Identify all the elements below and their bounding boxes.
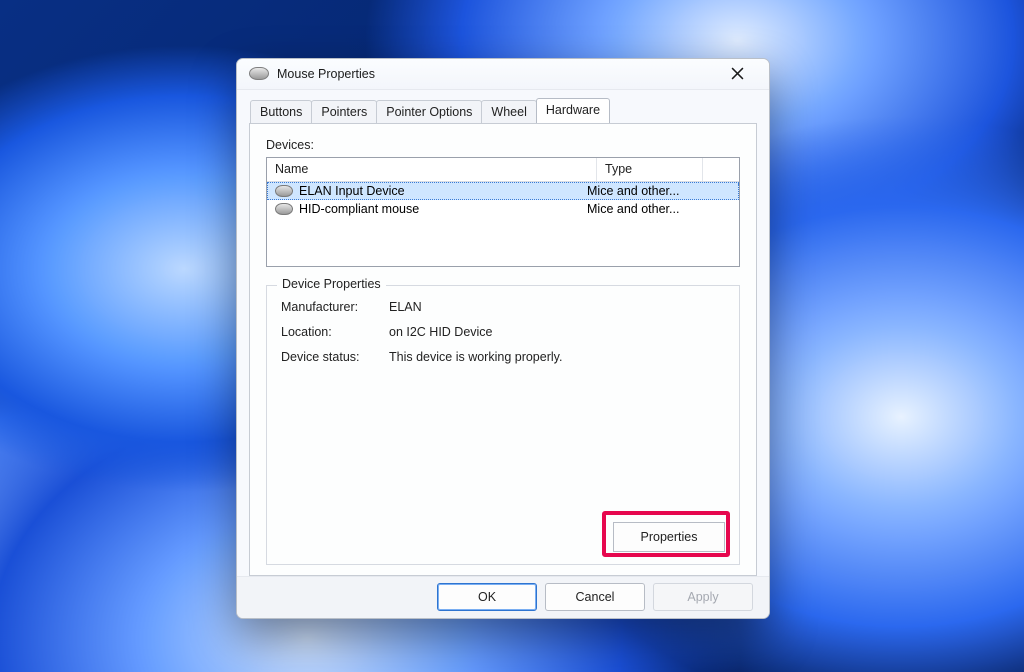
status-value: This device is working properly. <box>389 350 562 364</box>
tab-hardware[interactable]: Hardware <box>536 98 610 123</box>
window-title: Mouse Properties <box>277 67 375 81</box>
mouse-properties-dialog: Mouse Properties Buttons Pointers Pointe… <box>236 58 770 619</box>
device-name: HID-compliant mouse <box>299 202 587 216</box>
devices-label: Devices: <box>266 138 740 152</box>
titlebar[interactable]: Mouse Properties <box>237 59 769 90</box>
status-label: Device status: <box>281 350 389 364</box>
tab-wheel[interactable]: Wheel <box>481 100 536 124</box>
device-list-header: Name Type <box>267 158 739 182</box>
properties-button[interactable]: Properties <box>613 522 725 552</box>
dialog-footer: OK Cancel Apply <box>237 576 769 618</box>
mouse-icon <box>275 203 293 215</box>
tab-pointers[interactable]: Pointers <box>311 100 377 124</box>
group-legend: Device Properties <box>277 277 386 291</box>
mouse-icon <box>249 67 269 80</box>
manufacturer-label: Manufacturer: <box>281 300 389 314</box>
tab-pointer-options[interactable]: Pointer Options <box>376 100 482 124</box>
tab-buttons[interactable]: Buttons <box>250 100 312 124</box>
list-item[interactable]: ELAN Input Device Mice and other... <box>267 182 739 200</box>
col-header-type[interactable]: Type <box>597 158 703 181</box>
tabstrip: Buttons Pointers Pointer Options Wheel H… <box>250 98 757 123</box>
device-properties-group: Device Properties Manufacturer: ELAN Loc… <box>266 285 740 565</box>
client-area: Buttons Pointers Pointer Options Wheel H… <box>237 90 769 576</box>
cancel-button[interactable]: Cancel <box>545 583 645 611</box>
col-header-name[interactable]: Name <box>267 158 597 181</box>
device-type: Mice and other... <box>587 184 739 198</box>
col-header-endcap <box>703 158 739 181</box>
close-icon[interactable] <box>715 60 759 88</box>
mouse-icon <box>275 185 293 197</box>
device-type: Mice and other... <box>587 202 739 216</box>
location-value: on I2C HID Device <box>389 325 493 339</box>
location-label: Location: <box>281 325 389 339</box>
list-item[interactable]: HID-compliant mouse Mice and other... <box>267 200 739 218</box>
device-name: ELAN Input Device <box>299 184 587 198</box>
device-list[interactable]: Name Type ELAN Input Device Mice and oth… <box>266 157 740 267</box>
ok-button[interactable]: OK <box>437 583 537 611</box>
manufacturer-value: ELAN <box>389 300 422 314</box>
apply-button: Apply <box>653 583 753 611</box>
tabpage-hardware: Devices: Name Type ELAN Input Device Mic… <box>249 123 757 576</box>
